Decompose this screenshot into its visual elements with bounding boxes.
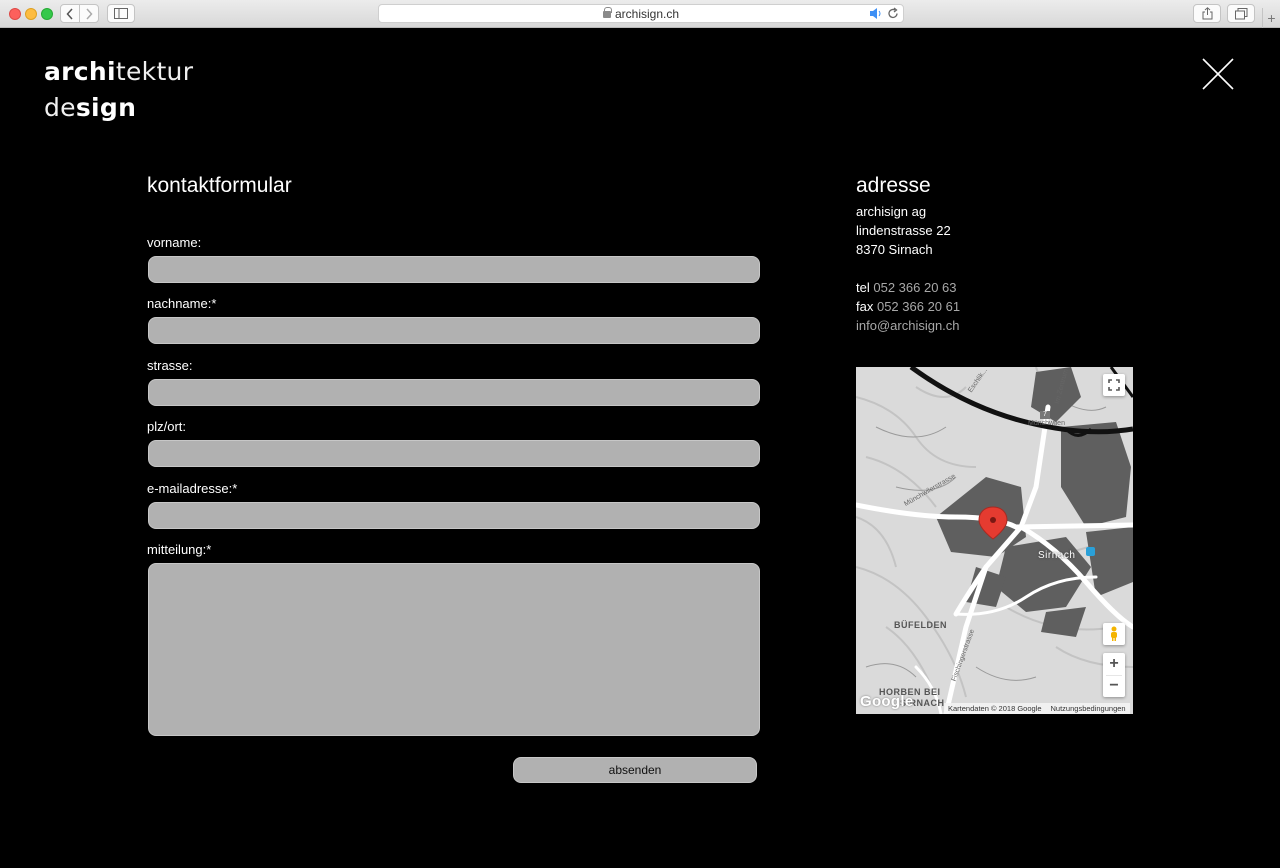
google-logo: Google [860, 693, 914, 710]
address-company: archisign ag [856, 204, 927, 219]
forward-button[interactable] [79, 4, 99, 23]
address-bar[interactable]: archisign.ch [378, 4, 904, 23]
tab-overview-button[interactable] [1227, 4, 1255, 23]
email-link[interactable]: info@archisign.ch [856, 318, 960, 333]
address-title: adresse [856, 174, 931, 197]
plus-icon: + [1267, 10, 1276, 26]
lock-icon [602, 7, 612, 18]
map-label-munchwilen: Münchwilen [1028, 420, 1065, 427]
logo-line-2: design [44, 93, 137, 122]
tabs-icon [1234, 7, 1247, 19]
browser-toolbar: archisign.ch + [0, 0, 1280, 28]
map-label-bufelden: BÜFELDEN [894, 620, 947, 630]
map-street-view-button[interactable] [1103, 623, 1125, 645]
strasse-label: strasse: [147, 358, 193, 373]
address-city: 8370 Sirnach [856, 242, 933, 257]
address-street: lindenstrasse 22 [856, 223, 951, 238]
new-tab-button[interactable]: + [1262, 8, 1280, 28]
map-terms-link[interactable]: Nutzungsbedingungen [1051, 704, 1126, 713]
location-map[interactable]: BÜFELDEN HORBEN BEI SIRNACH Sirnach Münc… [856, 367, 1133, 714]
map-label-sirnach: Sirnach [1038, 550, 1076, 561]
fax-value: 052 366 20 61 [876, 299, 961, 314]
share-button[interactable] [1193, 4, 1221, 23]
zoom-in-button[interactable]: + [1103, 653, 1125, 675]
address-fax: fax 052 366 20 61 [856, 299, 960, 314]
url-text: archisign.ch [614, 6, 680, 21]
email-label: e-mailadresse:* [147, 481, 238, 496]
chevron-right-icon [86, 7, 93, 20]
tel-link[interactable]: 052 366 20 63 [873, 280, 956, 295]
nachname-label: nachname:* [147, 296, 217, 311]
back-button[interactable] [60, 4, 80, 23]
window-close-button[interactable] [9, 8, 21, 20]
plz-ort-field[interactable] [148, 440, 760, 467]
map-base [856, 367, 1133, 714]
mitteilung-textarea[interactable] [148, 563, 760, 736]
nachname-field[interactable] [148, 317, 760, 344]
submit-button[interactable]: absenden [513, 757, 757, 783]
chevron-left-icon [66, 7, 73, 20]
reload-icon[interactable] [887, 7, 899, 20]
map-zoom-controls: + − [1103, 653, 1125, 697]
email-field[interactable] [148, 502, 760, 529]
vorname-field[interactable] [148, 256, 760, 283]
form-title: kontaktformular [147, 174, 292, 197]
vorname-label: vorname: [147, 235, 202, 250]
share-icon [1202, 7, 1212, 20]
fax-label: fax [856, 299, 874, 314]
logo-line-1: architektur [44, 57, 194, 86]
address-tel: tel 052 366 20 63 [856, 280, 957, 295]
tel-label: tel [856, 280, 870, 295]
sidebar-icon [114, 8, 128, 19]
window-zoom-button[interactable] [41, 8, 53, 20]
map-fullscreen-button[interactable] [1103, 374, 1125, 396]
mitteilung-label: mitteilung:* [147, 542, 212, 557]
pegman-icon [1111, 626, 1117, 641]
sidebar-toggle-button[interactable] [107, 4, 135, 23]
speaker-icon[interactable] [869, 7, 883, 20]
plz-ort-label: plz/ort: [147, 419, 187, 434]
zoom-out-button[interactable]: − [1103, 676, 1125, 698]
fullscreen-icon [1108, 379, 1120, 391]
map-footer: Kartendaten © 2018 Google Nutzungsbeding… [944, 703, 1130, 714]
map-data-credit: Kartendaten © 2018 Google [948, 704, 1042, 713]
map-label-route: 7 [1043, 411, 1047, 418]
close-icon[interactable] [1200, 56, 1236, 92]
site-logo[interactable]: architektur design [44, 54, 193, 126]
window-minimize-button[interactable] [25, 8, 37, 20]
strasse-field[interactable] [148, 379, 760, 406]
